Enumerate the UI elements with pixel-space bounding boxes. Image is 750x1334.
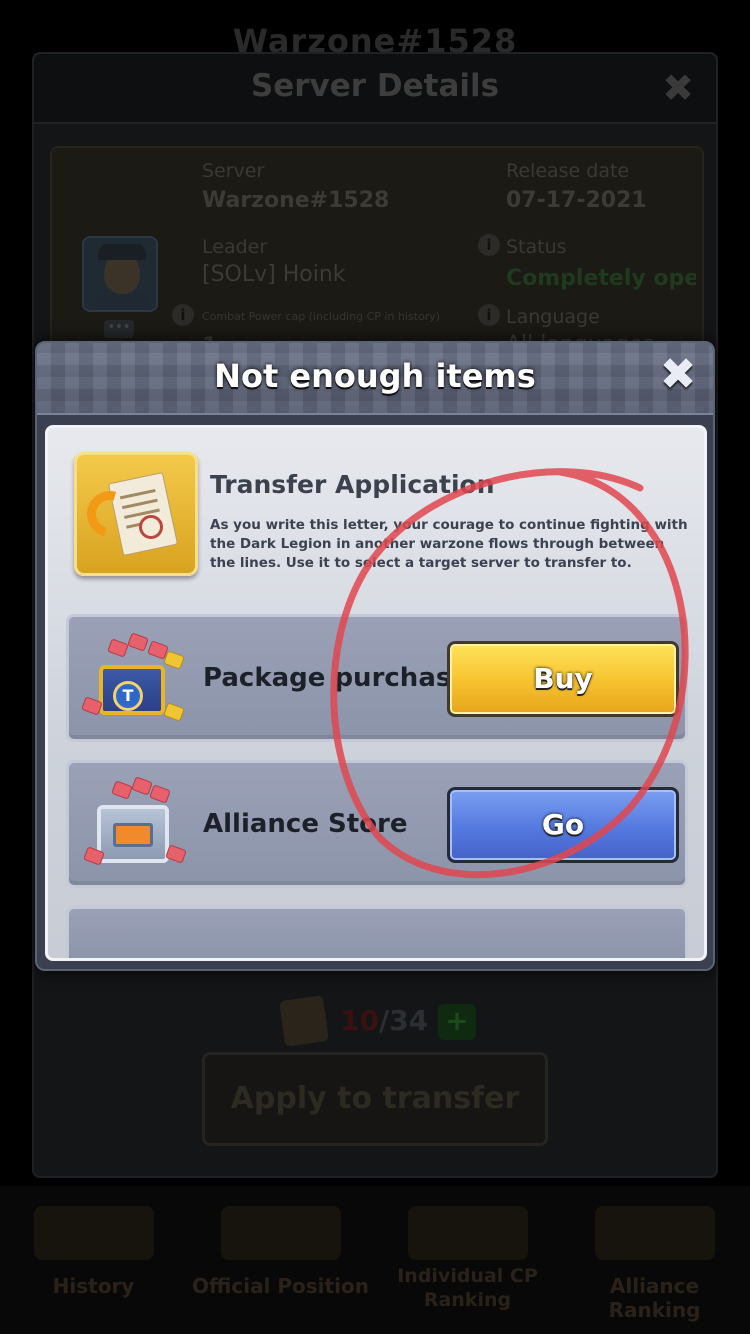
gem-chest-icon: T [79,631,189,727]
dialog-header: Not enough items ✖ [37,343,713,415]
official-position-icon [220,1206,341,1260]
release-date-label: Release date [506,160,630,182]
history-icon [33,1206,154,1260]
alliance-ranking-icon [594,1206,715,1260]
transfer-count-separator: / [378,1004,390,1037]
package-purchase-row: T Package purchase Buy [66,614,688,742]
alliance-chest-icon [79,776,189,873]
dialog-body: Transfer Application As you write this l… [45,425,707,961]
status-value: Completely open [506,266,696,291]
not-enough-items-dialog: Not enough items ✖ Transfer Application … [35,341,715,971]
server-label: Server [202,160,265,182]
server-details-close-icon[interactable]: ✖ [662,66,694,110]
tab-alliance-ranking[interactable]: Alliance Ranking [561,1206,748,1326]
apply-to-transfer-button[interactable]: Apply to transfer [202,1052,548,1146]
alliance-store-row: Alliance Store Go [66,760,688,888]
server-value: Warzone#1528 [202,188,390,213]
transfer-need-count: 34 [389,1004,429,1037]
buy-button[interactable]: Buy [447,641,679,717]
more-options-icon[interactable]: ••• [104,320,134,338]
individual-cp-ranking-icon [407,1206,528,1260]
language-label: Language [506,306,600,328]
transfer-application-icon [74,452,198,576]
add-item-button[interactable]: + [438,1004,476,1040]
cp-cap-label: Combat Power cap (including CP in histor… [202,310,441,323]
release-date-value: 07-17-2021 [506,188,647,213]
server-details-header: Server Details ✖ [34,54,716,124]
transfer-have-count: 10 [340,1004,379,1037]
language-info-icon[interactable]: i [478,304,500,326]
tab-individual-cp-ranking-label: Individual CP Ranking [397,1265,538,1311]
close-icon[interactable]: ✖ [659,353,697,397]
package-purchase-label: Package purchase [203,663,469,693]
leader-value: [SOLv] Hoink [202,262,346,287]
transfer-application-small-icon [279,995,329,1047]
alliance-store-label: Alliance Store [203,809,408,839]
status-label: Status [506,236,567,258]
go-button[interactable]: Go [447,787,679,863]
dialog-title: Not enough items [214,357,536,395]
tab-individual-cp-ranking[interactable]: Individual CP Ranking [374,1206,561,1326]
tab-official-position[interactable]: Official Position [187,1206,374,1326]
transfer-item-count: 10/34 [340,1004,428,1037]
leader-label: Leader [202,236,268,258]
leader-avatar[interactable] [82,236,158,312]
status-info-icon[interactable]: i [478,234,500,256]
item-name: Transfer Application [210,470,495,499]
cp-cap-info-icon[interactable]: i [172,304,194,326]
server-details-title: Server Details [250,68,500,104]
tab-official-position-label: Official Position [192,1274,369,1298]
item-description: As you write this letter, your courage t… [210,517,688,571]
tab-alliance-ranking-label: Alliance Ranking [608,1274,701,1322]
bottom-tab-bar: History Official Position Individual CP … [0,1186,750,1334]
tab-history[interactable]: History [0,1206,187,1326]
tab-history-label: History [52,1274,135,1298]
additional-option-row [66,906,688,958]
